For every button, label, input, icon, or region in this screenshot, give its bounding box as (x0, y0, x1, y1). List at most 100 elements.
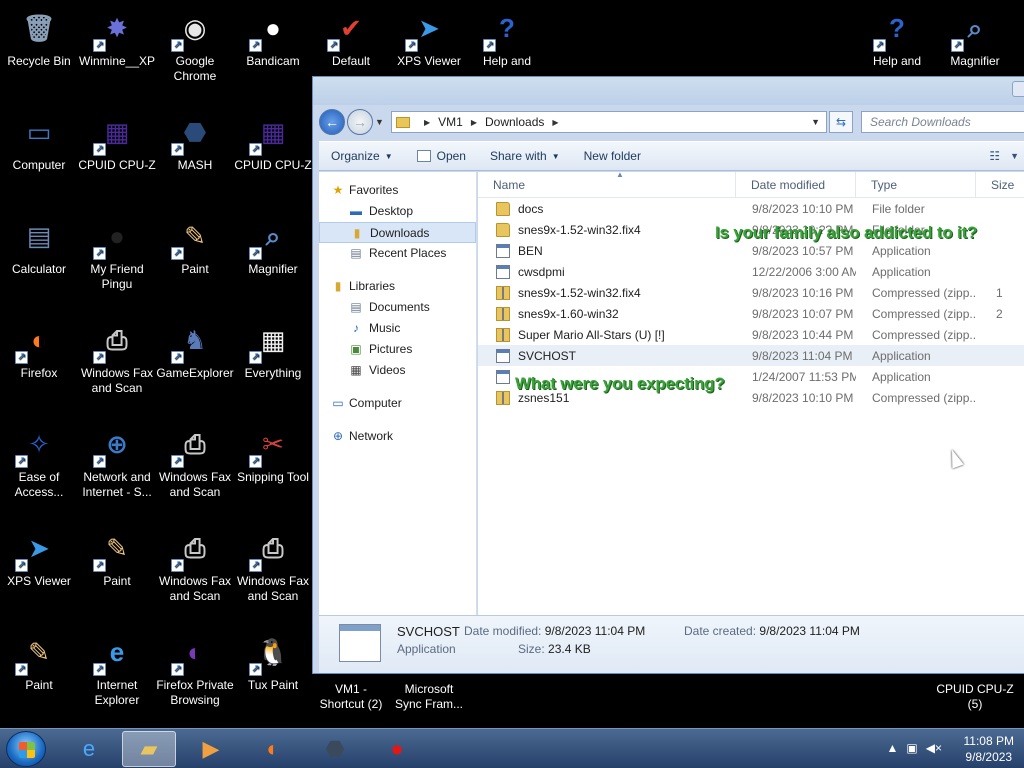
share-with-button[interactable]: Share with ▼ (478, 142, 572, 170)
desktop-icon-paint[interactable]: ✎ ↗ Paint (156, 208, 234, 277)
breadcrumb-arrow-icon[interactable]: ▶ (552, 118, 558, 127)
desktop-icon-default[interactable]: ✔ ↗ Default (312, 0, 390, 69)
desktop-icon-cpuid-cpu-z[interactable]: ▦ ↗ CPUID CPU-Z (234, 104, 312, 173)
show-hidden-icons-icon[interactable]: ▲ (887, 741, 899, 755)
volume-muted-icon[interactable]: ◀× (926, 741, 942, 755)
desktop-icon-xps-viewer[interactable]: ➤ ↗ XPS Viewer (390, 0, 468, 69)
breadcrumb-downloads[interactable]: Downloads (485, 115, 544, 129)
back-button[interactable]: ← (319, 109, 345, 135)
search-input[interactable]: Search Downloads (861, 111, 1024, 133)
chevron-down-icon[interactable]: ▼ (811, 117, 820, 127)
desktop-icon-firefox-private-browsing[interactable]: ◐ ↗ Firefox Private Browsing (156, 624, 234, 708)
desktop-icon-magnifier[interactable]: ⌕ ↗ Magnifier (234, 208, 312, 277)
table-row[interactable]: snes9x-1.52-win32.fix4 9/8/2023 10:16 PM C… (478, 282, 1024, 303)
breadcrumb-arrow-icon[interactable]: ▶ (424, 118, 430, 127)
desktop-icon-winmine-xp[interactable]: ✸ ↗ Winmine__XP (78, 0, 156, 69)
desktop-icon-computer[interactable]: ▭ Computer (0, 104, 78, 173)
clock[interactable]: 11:08 PM 9/8/2023 (964, 733, 1014, 765)
breadcrumb-vm1[interactable]: VM1 (438, 115, 463, 129)
taskbar-firefox[interactable]: ◐ (246, 731, 300, 767)
column-header-type[interactable]: Type (856, 172, 976, 197)
desktop-icon-label: Firefox Private Browsing (156, 678, 234, 707)
breadcrumb-arrow-icon[interactable]: ▶ (471, 118, 477, 127)
nav-documents[interactable]: ▤ Documents (319, 297, 476, 318)
desktop-icon-snipping-tool[interactable]: ✂ ↗ Snipping Tool (234, 416, 312, 485)
table-row[interactable]: 1/24/2007 11:53 PM Application (478, 366, 1024, 387)
desktop-icon-calculator[interactable]: ▤ Calculator (0, 208, 78, 277)
desktop-icon-label: Windows Fax and Scan (236, 574, 310, 603)
file-name-cell: SVCHOST (478, 348, 736, 363)
desktop-icon-recycle-bin[interactable]: 🗑 Recycle Bin (0, 0, 78, 69)
desktop-icon-my-friend-pingu[interactable]: ● ↗ My Friend Pingu (78, 208, 156, 292)
start-button[interactable] (6, 731, 46, 767)
table-row[interactable]: Super Mario All-Stars (U) [!] 9/8/2023 10… (478, 324, 1024, 345)
nav-pictures-label: Pictures (369, 342, 413, 356)
view-options-icon[interactable]: ☷ (989, 149, 1000, 163)
shortcut-arrow-icon: ↗ (249, 559, 262, 572)
nav-network[interactable]: ⊕ Network (319, 426, 476, 447)
desktop-icon-windows-fax-and-scan[interactable]: ⎙ ↗ Windows Fax and Scan (156, 520, 234, 604)
network-icon[interactable]: ▣ (906, 741, 917, 755)
desktop-icon-label: CPUID CPU-Z (78, 158, 156, 172)
desktop-icon-xps-viewer[interactable]: ➤ ↗ XPS Viewer (0, 520, 78, 589)
nav-videos[interactable]: ▦ Videos (319, 360, 476, 381)
nav-music[interactable]: ♪ Music (319, 318, 476, 339)
desktop-icon-magnifier[interactable]: ⌕ ↗ Magnifier (936, 0, 1014, 69)
column-header-date[interactable]: Date modified (736, 172, 856, 197)
desktop-icon-windows-fax-and-scan[interactable]: ⎙ ↗ Windows Fax and Scan (234, 520, 312, 604)
nav-pictures[interactable]: ▣ Pictures (319, 339, 476, 360)
new-folder-button[interactable]: New folder (572, 142, 653, 170)
desktop-icon-paint[interactable]: ✎ ↗ Paint (0, 624, 78, 693)
desktop-icon-label: Ease of Access... (14, 470, 64, 499)
table-row[interactable]: docs 9/8/2023 10:10 PM File folder (478, 198, 1024, 219)
table-row[interactable]: zsnes151 9/8/2023 10:10 PM Compressed (zip… (478, 387, 1024, 408)
taskbar-bandicam[interactable]: ● (370, 731, 424, 767)
forward-button[interactable]: → (347, 109, 373, 135)
nav-downloads[interactable]: ▮ Downloads (319, 222, 476, 243)
chevron-down-icon[interactable]: ▼ (1010, 151, 1019, 161)
taskbar-media-player[interactable]: ▶ (184, 731, 238, 767)
table-row[interactable]: snes9x-1.60-win32 9/8/2023 10:07 PM Compre… (478, 303, 1024, 324)
organize-button[interactable]: Organize ▼ (319, 142, 405, 170)
table-row[interactable]: cwsdpmi 12/22/2006 3:00 AM Application (478, 261, 1024, 282)
column-header-size[interactable]: Size (976, 172, 1024, 197)
open-button[interactable]: Open (405, 142, 478, 170)
desktop-icon-paint[interactable]: ✎ ↗ Paint (78, 520, 156, 589)
desktop-icon-mash[interactable]: ⬣ ↗ MASH (156, 104, 234, 173)
window-icon (416, 150, 431, 162)
desktop-icon-ease-of-access[interactable]: ✧ ↗ Ease of Access... (0, 416, 78, 500)
refresh-button[interactable]: ⇆ (829, 111, 853, 133)
recent-pages-dropdown[interactable]: ▼ (375, 117, 387, 127)
desktop-icon-windows-fax-and-scan[interactable]: ⎙ ↗ Windows Fax and Scan (78, 312, 156, 396)
table-row[interactable]: BEN 9/8/2023 10:57 PM Application (478, 240, 1024, 261)
desktop-icon-everything[interactable]: ▦ ↗ Everything (234, 312, 312, 381)
help-and-icon: ? ↗ (873, 6, 919, 52)
desktop-icon-firefox[interactable]: ◐ ↗ Firefox (0, 312, 78, 381)
nav-computer[interactable]: ▭ Computer (319, 393, 476, 414)
nav-recent-places[interactable]: ▤ Recent Places (319, 243, 476, 264)
desktop-icon-google-chrome[interactable]: ◉ ↗ Google Chrome (156, 0, 234, 84)
nav-favorites[interactable]: ★ Favorites (319, 180, 476, 201)
taskbar-windows-explorer[interactable]: ▰ (122, 731, 176, 767)
table-row[interactable]: SVCHOST 9/8/2023 11:04 PM Application (478, 345, 1024, 366)
taskbar-mash[interactable]: ⬣ (308, 731, 362, 767)
desktop-icon-windows-fax-and-scan[interactable]: ⎙ ↗ Windows Fax and Scan (156, 416, 234, 500)
desktop-icon-help-and[interactable]: ? ↗ Help and (468, 0, 546, 69)
table-row[interactable]: snes9x-1.52-win32.fix4 9/8/2023 10:?? PM F… (478, 219, 1024, 240)
nav-desktop[interactable]: ▬ Desktop (319, 201, 476, 222)
taskbar-internet-explorer[interactable]: e (62, 731, 116, 767)
desktop-icon-internet-explorer[interactable]: e ↗ Internet Explorer (78, 624, 156, 708)
desktop-icon-tux-paint[interactable]: 🐧 ↗ Tux Paint (234, 624, 312, 693)
desktop-icon-label: Windows Fax and Scan (158, 470, 232, 499)
desktop-icon-network-and-internet-s[interactable]: ⊕ ↗ Network and Internet - S... (78, 416, 156, 500)
address-bar[interactable]: ▶ VM1 ▶ Downloads ▶ ▼ (391, 111, 827, 133)
shortcut-arrow-icon: ↗ (249, 663, 262, 676)
window-titlebar[interactable] (313, 77, 1024, 105)
desktop-icon-bandicam[interactable]: ● ↗ Bandicam (234, 0, 312, 69)
nav-libraries[interactable]: ▮ Libraries (319, 276, 476, 297)
desktop-icon-help-and[interactable]: ? ↗ Help and (858, 0, 936, 69)
minimize-button[interactable] (1012, 81, 1024, 97)
column-header-name[interactable]: Name (478, 172, 736, 197)
desktop-icon-gameexplorer[interactable]: ♞ ↗ GameExplorer (156, 312, 234, 381)
desktop-icon-cpuid-cpu-z[interactable]: ▦ ↗ CPUID CPU-Z (78, 104, 156, 173)
